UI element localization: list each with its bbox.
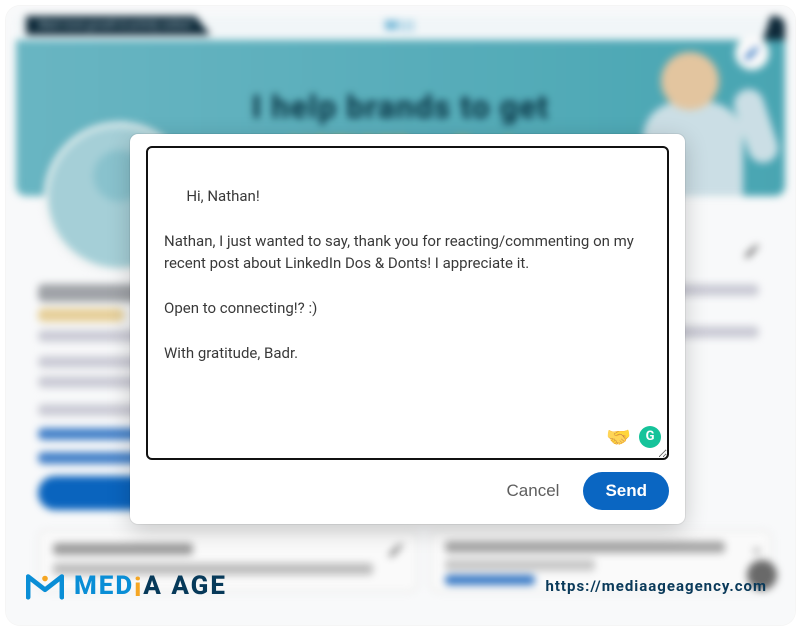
footer-brand: MEDiA AGE bbox=[26, 571, 227, 601]
banner-tag: Want more growth & activity online? bbox=[26, 16, 210, 35]
footer-brand-part1: MED bbox=[74, 571, 134, 601]
banner-headline-1: I help brands to get bbox=[252, 88, 549, 126]
profile-tagline-emoji bbox=[38, 308, 124, 322]
grammarly-icon[interactable]: G bbox=[639, 426, 661, 448]
open-card-close-button[interactable]: × bbox=[752, 541, 761, 560]
footer-url-link[interactable]: https://mediaageagency.com bbox=[545, 577, 767, 595]
modal-actions: Cancel Send bbox=[146, 460, 669, 510]
message-text: Hi, Nathan! Nathan, I just wanted to say… bbox=[164, 187, 638, 363]
open-card-line2 bbox=[445, 559, 595, 571]
connection-message-modal: Hi, Nathan! Nathan, I just wanted to say… bbox=[130, 134, 685, 524]
handshake-icon: 🤝 bbox=[606, 422, 631, 452]
page-card: Want more growth & activity online? M|||… bbox=[6, 6, 795, 625]
open-card-line1 bbox=[445, 541, 725, 553]
footer-brand-part2: A AGE bbox=[143, 571, 227, 601]
pencil-icon bbox=[743, 242, 761, 260]
message-textarea[interactable]: Hi, Nathan! Nathan, I just wanted to say… bbox=[146, 146, 669, 460]
banner-right-clip bbox=[763, 16, 785, 40]
edit-services-button[interactable] bbox=[387, 541, 405, 563]
edit-cover-button[interactable] bbox=[735, 36, 769, 70]
footer-brand-text: MEDiA AGE bbox=[74, 571, 227, 601]
services-title bbox=[53, 543, 193, 555]
pencil-icon bbox=[743, 44, 761, 62]
edit-about-button[interactable] bbox=[735, 234, 769, 268]
footer-logo-icon bbox=[26, 571, 64, 601]
pencil-icon bbox=[387, 541, 405, 559]
banner-top-bar: Want more growth & activity online? M||| bbox=[16, 16, 785, 40]
textarea-corner-icons: 🤝 G bbox=[606, 422, 661, 452]
send-button[interactable]: Send bbox=[583, 472, 669, 510]
open-card-link[interactable] bbox=[445, 575, 535, 585]
banner-top-logo: M||| bbox=[385, 18, 416, 34]
cancel-button[interactable]: Cancel bbox=[501, 473, 566, 509]
